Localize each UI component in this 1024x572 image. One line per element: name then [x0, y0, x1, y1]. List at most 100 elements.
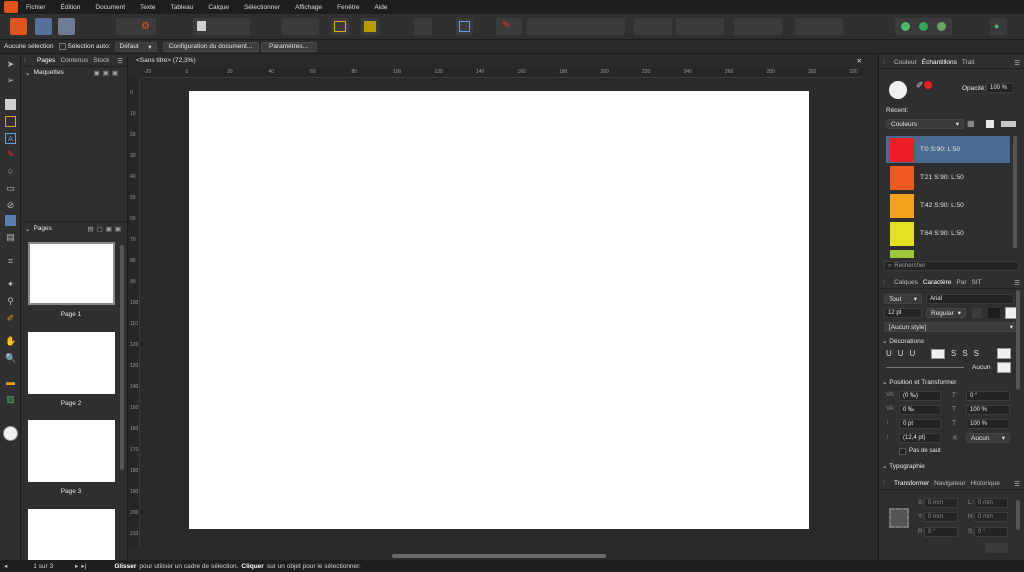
grid-view-icon[interactable]: ▦ [967, 119, 975, 128]
menu-edition[interactable]: Édition [61, 4, 81, 11]
data-merge-tool-icon[interactable]: ▥ [5, 394, 16, 405]
v-scale-field[interactable]: 100 % [966, 419, 1010, 429]
decoration-color-none[interactable] [931, 349, 945, 359]
tab-stock[interactable]: Stock [93, 57, 109, 64]
hand-tool-icon[interactable]: ✋ [5, 336, 16, 347]
artistic-text-tool-icon[interactable]: A [5, 133, 16, 144]
horizontal-scrollbar[interactable] [392, 554, 606, 558]
swatch-color-5-partial[interactable] [890, 250, 914, 258]
menu-fichier[interactable]: Fichier [26, 4, 46, 11]
transform-group[interactable] [634, 18, 672, 35]
menu-aide[interactable]: Aide [374, 4, 387, 11]
underline-buttons-icons[interactable]: UUU [886, 349, 921, 358]
shape-tool-icon[interactable]: ⊘ [5, 200, 16, 211]
panel-menu-icon[interactable]: ☰ [1014, 480, 1020, 488]
current-color-dot[interactable] [924, 81, 932, 89]
pages-header[interactable]: ⌄ Pages ▤▢▣▣ [21, 223, 128, 234]
distribute-group[interactable] [676, 18, 724, 35]
color-picker-tool-icon[interactable]: ✐ [5, 313, 16, 324]
menu-document[interactable]: Document [95, 4, 125, 11]
zoom-tool-icon[interactable]: 🔍 [5, 353, 16, 364]
strikethrough-buttons-icons[interactable]: SSS [951, 349, 985, 358]
font-size-field[interactable]: 12 pt [884, 308, 922, 318]
transparency-tool-icon[interactable]: ⚲ [5, 296, 16, 307]
kerning-field[interactable]: 0 pt [899, 419, 941, 429]
tab-transformer[interactable]: Transformer [894, 480, 929, 487]
leading-field[interactable]: (12,4 pt) [899, 433, 941, 443]
fill-color-well[interactable] [3, 426, 18, 441]
menu-tableau[interactable]: Tableau [171, 4, 194, 11]
tab-echantillons[interactable]: Échantillons [922, 59, 957, 66]
page-thumbnail-4[interactable] [28, 509, 115, 560]
table-tool-icon[interactable] [5, 116, 16, 127]
page-indicator[interactable]: 1 sur 3 [33, 563, 53, 570]
preflight-icon[interactable] [361, 18, 379, 35]
font-scope-dropdown[interactable]: Tout ▾ [884, 294, 922, 304]
move-tool-icon[interactable]: ➤ [5, 59, 16, 70]
panel-menu-icon[interactable]: ☰ [1014, 59, 1020, 67]
settings-button[interactable]: Paramètres... [260, 41, 317, 52]
ellipse-tool-icon[interactable]: ○ [5, 166, 16, 177]
account-icon[interactable]: ● [990, 18, 1007, 35]
transform-options-button[interactable] [986, 543, 1008, 553]
document-tab[interactable]: <Sans titre> (72,3%) ✕ [128, 57, 878, 67]
document-setup-button[interactable]: Configuration du document... [162, 41, 259, 52]
font-style-dropdown[interactable]: Regular ▾ [926, 308, 966, 318]
h-field[interactable]: 0 mm [974, 512, 1008, 522]
menu-affichage[interactable]: Affichage [295, 4, 322, 11]
no-break-checkbox[interactable] [899, 448, 906, 455]
align-group[interactable] [527, 18, 625, 35]
rotation-field[interactable]: 0 ° [966, 391, 1010, 401]
menu-fenetre[interactable]: Fenêtre [337, 4, 359, 11]
r-field[interactable]: 0 ° [924, 527, 958, 537]
panel-menu-icon[interactable]: ☰ [1014, 279, 1020, 287]
last-page-icon[interactable]: ▸| [81, 562, 86, 570]
hyphenation-dropdown[interactable]: Aucun ▾ [966, 433, 1010, 443]
page-thumbnail-3[interactable] [28, 420, 115, 482]
pages-actions-icons[interactable]: ▤▢▣▣ [87, 225, 124, 233]
tracking-field[interactable]: (0 ‰) [899, 391, 941, 401]
pen-tool-icon[interactable]: ✎ [5, 149, 16, 160]
menu-selectionner[interactable]: Sélectionner [244, 4, 280, 11]
palette-dropdown[interactable]: Couleurs ▾ [886, 119, 964, 129]
page-thumbnail-2[interactable] [28, 332, 115, 394]
close-icon[interactable]: ✕ [857, 57, 862, 65]
baseline-field[interactable]: 0 ‰ [899, 405, 941, 415]
publisher-persona-icon[interactable] [10, 18, 27, 35]
flip-group[interactable] [734, 18, 782, 35]
y-field[interactable]: 0 mm [924, 512, 958, 522]
opacity-field[interactable]: 100 % [986, 83, 1014, 93]
picture-frame-tool-icon[interactable] [5, 215, 16, 226]
tab-couleur[interactable]: Couleur [894, 59, 917, 66]
decoration-fill-none[interactable] [997, 362, 1011, 373]
menu-texte[interactable]: Texte [140, 4, 156, 11]
place-image-tool-icon[interactable]: ▤ [5, 232, 16, 243]
text-fill-well[interactable] [988, 308, 1000, 318]
tab-contenus[interactable]: Contenus [60, 57, 88, 64]
view-mode-group[interactable]: ⚙ [116, 18, 156, 35]
node-tool-icon[interactable]: ➢ [5, 75, 16, 86]
rectangle-tool-icon[interactable]: ▭ [5, 183, 16, 194]
swatch-row-1[interactable]: T:0 S:90: L:50 [886, 136, 1010, 163]
tab-calques[interactable]: Calques [894, 279, 918, 286]
tab-historique[interactable]: Historique [971, 480, 1000, 487]
color-picker-icon[interactable]: ✎ [496, 18, 522, 35]
h-scale-field[interactable]: 100 % [966, 405, 1010, 415]
frame-text-tool-icon[interactable] [5, 99, 16, 110]
tab-par[interactable]: Par [956, 279, 966, 286]
fill-tool-icon[interactable]: ✦ [5, 279, 16, 290]
tab-trait[interactable]: Trait [962, 59, 975, 66]
auto-select-dropdown[interactable]: Défaut ▾ [114, 41, 157, 52]
document-page[interactable] [189, 91, 809, 529]
none-swatch-icon[interactable] [986, 120, 994, 128]
designer-persona-icon[interactable] [35, 18, 52, 35]
swatch-row-2[interactable]: T:21 S:90: L:50 [886, 164, 1010, 191]
tab-caractere[interactable]: Caractère [923, 279, 952, 286]
fill-swatch-well[interactable] [887, 79, 909, 101]
strike-color-none[interactable] [997, 348, 1011, 359]
font-family-field[interactable]: Arial [926, 294, 1014, 304]
document-actions-group[interactable] [193, 18, 250, 35]
swatch-search-input[interactable]: ⌕ Rechercher [884, 261, 1019, 271]
photo-persona-icon[interactable] [58, 18, 75, 35]
menu-calque[interactable]: Calque [208, 4, 229, 11]
